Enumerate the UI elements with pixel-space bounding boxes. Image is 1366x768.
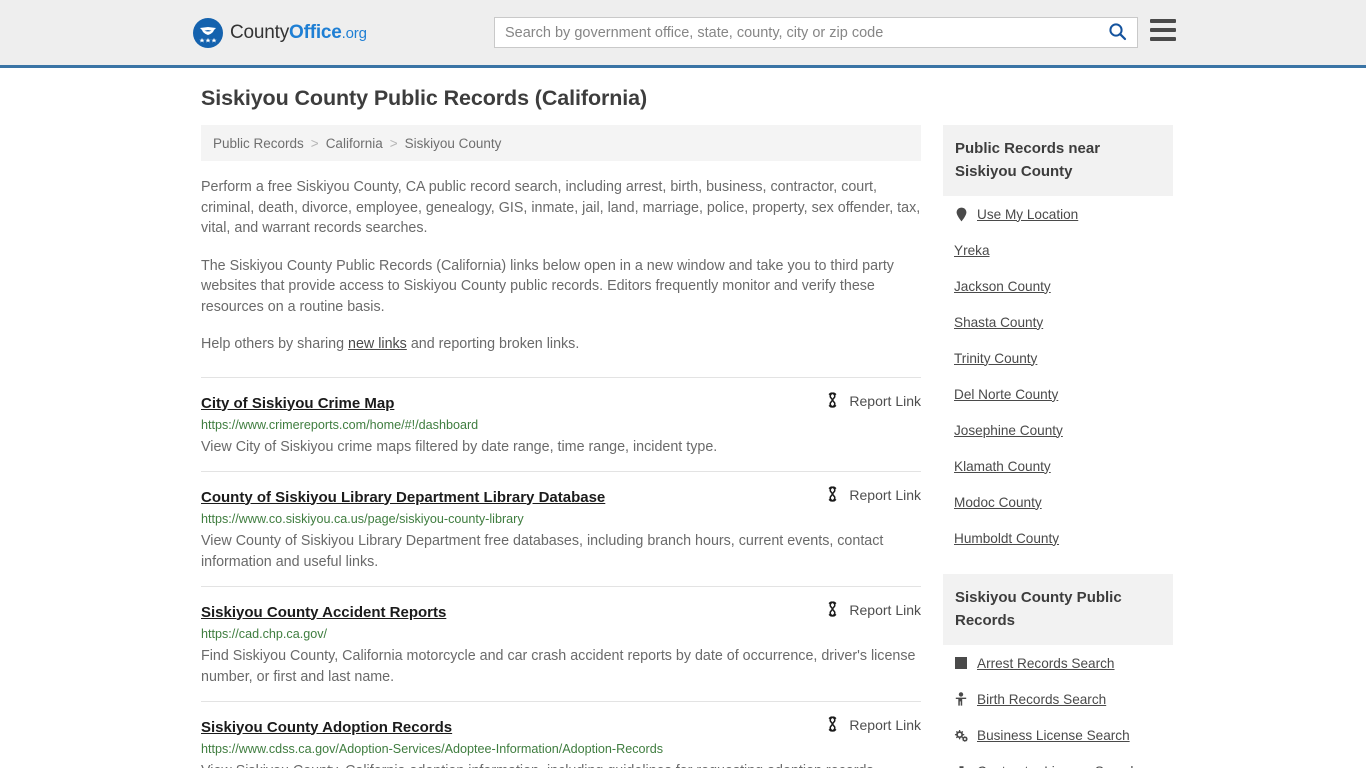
menu-bar-3 bbox=[1150, 37, 1176, 41]
report-link-label: Report Link bbox=[849, 487, 921, 503]
result-item: County of Siskiyou Library Department Li… bbox=[201, 470, 921, 586]
site-logo-text: CountyOffice.org bbox=[230, 22, 367, 44]
sidebar-item-modoc-county[interactable]: Modoc County bbox=[943, 484, 1173, 520]
breadcrumb-item-siskiyou-county[interactable]: Siskiyou County bbox=[405, 136, 502, 151]
sidebar-near-label[interactable]: Shasta County bbox=[954, 315, 1043, 330]
result-title-link[interactable]: Siskiyou County Accident Reports bbox=[201, 604, 446, 621]
sidebar-item-humboldt-county[interactable]: Humboldt County bbox=[943, 520, 1173, 556]
result-url: https://www.cdss.ca.gov/Adoption-Service… bbox=[201, 741, 664, 756]
report-link-button[interactable]: Report Link bbox=[806, 715, 921, 735]
logo-text-org: .org bbox=[341, 25, 367, 42]
broken-chain-icon bbox=[824, 715, 841, 735]
menu-bar-2 bbox=[1150, 28, 1176, 32]
result-item: Siskiyou County Accident Reports Report … bbox=[201, 585, 921, 701]
result-description: View City of Siskiyou crime maps filtere… bbox=[201, 438, 718, 455]
sidebar-item-use-my-location[interactable]: Use My Location bbox=[943, 196, 1173, 232]
sidebar-item-josephine-county[interactable]: Josephine County bbox=[943, 412, 1173, 448]
result-url: https://www.crimereports.com/home/#!/das… bbox=[201, 417, 479, 432]
sidebar-records-label[interactable]: Contractor License Search bbox=[977, 764, 1138, 768]
search-button[interactable] bbox=[1097, 18, 1137, 47]
intro-paragraph-2: The Siskiyou County Public Records (Cali… bbox=[201, 257, 894, 315]
hamburger-menu-icon[interactable] bbox=[1150, 19, 1176, 41]
results-list: City of Siskiyou Crime Map Report Link h… bbox=[201, 376, 921, 768]
sidebar-records-list: Arrest Records Search Birth Records Sear… bbox=[943, 645, 1173, 768]
report-link-button[interactable]: Report Link bbox=[806, 391, 921, 411]
sidebar-records-title: Siskiyou County Public Records bbox=[943, 574, 1173, 645]
sidebar-panel-near: Public Records near Siskiyou County Use … bbox=[943, 125, 1173, 556]
site-header: CountyOffice.org bbox=[0, 0, 1366, 68]
sidebar-near-title: Public Records near Siskiyou County bbox=[943, 125, 1173, 196]
result-item: Siskiyou County Adoption Records Report … bbox=[201, 700, 921, 768]
menu-bar-1 bbox=[1150, 19, 1176, 23]
report-link-label: Report Link bbox=[849, 602, 921, 618]
result-item: City of Siskiyou Crime Map Report Link h… bbox=[201, 376, 921, 471]
sidebar-item-contractor-license-search[interactable]: Contractor License Search bbox=[943, 753, 1173, 768]
baby-icon bbox=[954, 692, 968, 707]
report-link-button[interactable]: Report Link bbox=[806, 600, 921, 620]
page-body: Siskiyou County Public Records (Californ… bbox=[0, 68, 1366, 768]
result-title-link[interactable]: County of Siskiyou Library Department Li… bbox=[201, 489, 605, 506]
sidebar-item-birth-records-search[interactable]: Birth Records Search bbox=[943, 681, 1173, 717]
sidebar: Public Records near Siskiyou County Use … bbox=[943, 125, 1173, 768]
sidebar-near-label[interactable]: Humboldt County bbox=[954, 531, 1059, 546]
sidebar-item-jackson-county[interactable]: Jackson County bbox=[943, 268, 1173, 304]
intro-p3-after: and reporting broken links. bbox=[406, 336, 580, 352]
page-title: Siskiyou County Public Records (Californ… bbox=[201, 86, 648, 110]
intro-p3-before: Help others by sharing bbox=[201, 336, 349, 352]
sidebar-item-business-license-search[interactable]: Business License Search bbox=[943, 717, 1173, 753]
result-url: https://cad.chp.ca.gov/ bbox=[201, 626, 328, 641]
broken-chain-icon bbox=[824, 485, 841, 505]
main-content: Public Records > California > Siskiyou C… bbox=[201, 125, 921, 768]
search-input[interactable] bbox=[495, 18, 1097, 47]
breadcrumb-item-california[interactable]: California bbox=[326, 136, 383, 151]
sidebar-near-label[interactable]: Use My Location bbox=[977, 207, 1078, 222]
sidebar-records-label[interactable]: Business License Search bbox=[977, 728, 1130, 743]
search-bar bbox=[494, 17, 1138, 48]
sidebar-near-label[interactable]: Del Norte County bbox=[954, 387, 1058, 402]
breadcrumb-separator-1: > bbox=[310, 135, 319, 151]
sidebar-item-klamath-county[interactable]: Klamath County bbox=[943, 448, 1173, 484]
breadcrumb-item-public-records[interactable]: Public Records bbox=[213, 136, 304, 151]
report-link-label: Report Link bbox=[849, 393, 921, 409]
sidebar-item-arrest-records-search[interactable]: Arrest Records Search bbox=[943, 645, 1173, 681]
square-icon bbox=[954, 656, 968, 671]
report-link-button[interactable]: Report Link bbox=[806, 485, 921, 505]
sidebar-near-label[interactable]: Trinity County bbox=[954, 351, 1037, 366]
breadcrumb: Public Records > California > Siskiyou C… bbox=[201, 125, 921, 161]
eagle-shield-logo-icon bbox=[193, 18, 223, 48]
breadcrumb-separator-2: > bbox=[389, 135, 398, 151]
search-icon bbox=[1108, 22, 1127, 44]
logo-text-office: Office bbox=[289, 22, 342, 43]
cogs-icon bbox=[954, 728, 968, 743]
sidebar-item-trinity-county[interactable]: Trinity County bbox=[943, 340, 1173, 376]
report-link-label: Report Link bbox=[849, 717, 921, 733]
hard-hat-icon bbox=[954, 764, 968, 768]
intro-paragraph-1: Perform a free Siskiyou County, CA publi… bbox=[201, 179, 921, 236]
site-logo[interactable]: CountyOffice.org bbox=[193, 18, 367, 48]
result-description: Find Siskiyou County, California motorcy… bbox=[201, 647, 916, 685]
sidebar-near-list: Use My Location Yreka Jackson County Sha… bbox=[943, 196, 1173, 556]
sidebar-records-label[interactable]: Birth Records Search bbox=[977, 692, 1106, 707]
result-title-link[interactable]: Siskiyou County Adoption Records bbox=[201, 719, 452, 736]
broken-chain-icon bbox=[824, 391, 841, 411]
sidebar-near-label[interactable]: Jackson County bbox=[954, 279, 1051, 294]
new-links-link[interactable]: new links bbox=[348, 336, 407, 352]
sidebar-near-label[interactable]: Klamath County bbox=[954, 459, 1051, 474]
broken-chain-icon bbox=[824, 600, 841, 620]
result-title-link[interactable]: City of Siskiyou Crime Map bbox=[201, 395, 394, 412]
sidebar-near-label[interactable]: Yreka bbox=[954, 243, 990, 258]
result-description: View Siskiyou County, California adoptio… bbox=[201, 761, 921, 768]
sidebar-panel-records: Siskiyou County Public Records Arrest Re… bbox=[943, 574, 1173, 768]
intro-paragraph-3: Help others by sharing new links and rep… bbox=[201, 334, 921, 355]
map-pin-icon bbox=[954, 207, 968, 222]
sidebar-records-label[interactable]: Arrest Records Search bbox=[977, 656, 1115, 671]
sidebar-near-label[interactable]: Josephine County bbox=[954, 423, 1063, 438]
sidebar-item-shasta-county[interactable]: Shasta County bbox=[943, 304, 1173, 340]
sidebar-item-yreka[interactable]: Yreka bbox=[943, 232, 1173, 268]
result-description: View County of Siskiyou Library Departme… bbox=[201, 532, 884, 570]
sidebar-near-label[interactable]: Modoc County bbox=[954, 495, 1042, 510]
result-url: https://www.co.siskiyou.ca.us/page/siski… bbox=[201, 511, 524, 526]
sidebar-item-del-norte-county[interactable]: Del Norte County bbox=[943, 376, 1173, 412]
logo-text-county: County bbox=[230, 22, 290, 43]
